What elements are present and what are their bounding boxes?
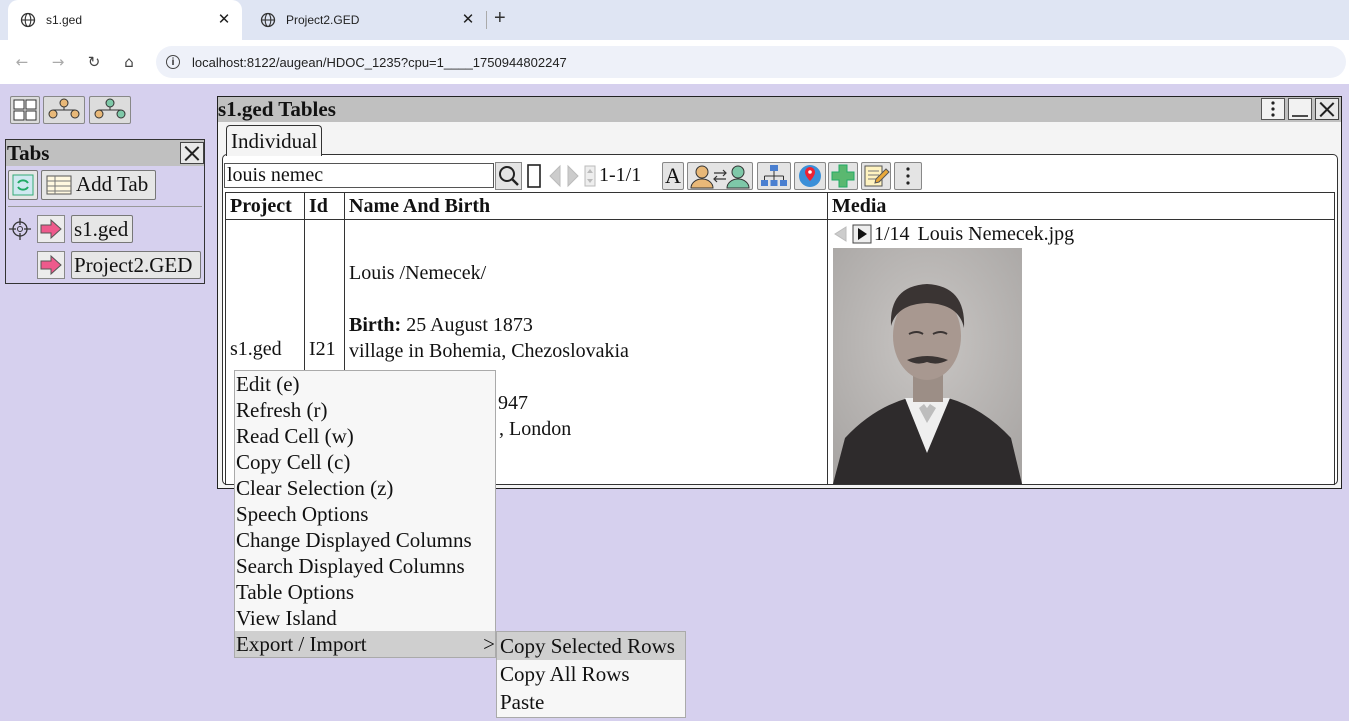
more-options-icon[interactable]	[1261, 98, 1285, 120]
tab-item-project2[interactable]: Project2.GED	[71, 251, 201, 279]
menu-item-refresh[interactable]: Refresh (r)	[235, 397, 495, 423]
tab-divider	[486, 11, 487, 29]
open-tab-arrow-icon[interactable]	[37, 251, 65, 279]
back-icon[interactable]: ←	[12, 52, 32, 72]
column-header-id[interactable]: Id	[304, 192, 345, 220]
prev-next-icon[interactable]	[546, 162, 582, 190]
browser-tab-project2[interactable]: Project2.GED ✕	[248, 0, 486, 40]
family-tree-icon[interactable]	[43, 96, 85, 124]
more-options-icon[interactable]	[894, 162, 922, 190]
new-tab-icon[interactable]: +	[494, 8, 510, 28]
birth-date: 25 August 1873	[406, 314, 533, 336]
record-range: 1-1/1	[599, 164, 642, 186]
add-tab-button[interactable]: Add Tab	[41, 170, 156, 200]
tables-window-header: s1.ged Tables	[218, 97, 1341, 122]
reload-icon[interactable]: ↻	[84, 52, 104, 72]
menu-item-edit[interactable]: Edit (e)	[235, 371, 495, 397]
menu-item-change-columns[interactable]: Change Displayed Columns	[235, 527, 495, 553]
browser-tab-s1[interactable]: s1.ged ✕	[8, 0, 242, 40]
grid-layout-icon[interactable]	[10, 96, 40, 124]
tab-item-s1[interactable]: s1.ged	[71, 215, 133, 243]
tables-window-title: s1.ged Tables	[218, 97, 336, 121]
column-header-project[interactable]: Project	[225, 192, 305, 220]
home-icon[interactable]: ⌂	[119, 52, 139, 72]
browser-tab-label: s1.ged	[46, 13, 83, 27]
birth-place: village in Bohemia, Chezoslovakia	[349, 340, 629, 362]
birth-label: Birth:	[349, 314, 402, 336]
submenu-item-copy-selected-rows[interactable]: Copy Selected Rows	[497, 632, 685, 660]
address-bar[interactable]: i localhost:8122/augean/HDOC_1235?cpu=1_…	[156, 46, 1346, 78]
menu-item-view-island[interactable]: View Island	[235, 605, 495, 631]
menu-item-speech-options[interactable]: Speech Options	[235, 501, 495, 527]
submenu-item-paste[interactable]: Paste	[497, 688, 685, 716]
tab-item-label: s1.ged	[74, 217, 129, 241]
menu-item-label: Export / Import	[236, 632, 367, 656]
person-name: Louis /Nemecek/	[349, 262, 487, 284]
tab-item-label: Project2.GED	[74, 253, 193, 277]
record-view-icon[interactable]	[524, 162, 544, 190]
font-size-button[interactable]: A	[662, 162, 684, 190]
menu-item-clear-selection[interactable]: Clear Selection (z)	[235, 475, 495, 501]
close-icon[interactable]	[180, 142, 204, 164]
project-value: s1.ged	[230, 338, 282, 360]
close-tab-icon[interactable]: ✕	[216, 12, 232, 28]
id-value: I21	[309, 338, 336, 360]
next-media-icon[interactable]	[852, 224, 872, 244]
portrait-photo[interactable]	[833, 248, 1022, 484]
map-pin-icon[interactable]	[794, 162, 826, 190]
media-filename: Louis Nemecek.jpg	[917, 222, 1075, 245]
menu-item-export-import[interactable]: Export / Import >	[235, 631, 495, 657]
edit-notes-icon[interactable]	[861, 162, 891, 190]
add-icon[interactable]	[828, 162, 858, 190]
refresh-tabs-icon[interactable]	[8, 170, 38, 200]
swap-persons-icon[interactable]	[687, 162, 753, 190]
context-menu: Edit (e) Refresh (r) Read Cell (w) Copy …	[234, 370, 496, 658]
close-tab-icon[interactable]: ✕	[460, 12, 476, 28]
globe-icon	[260, 12, 276, 28]
table-icon	[46, 175, 72, 195]
crosshair-icon[interactable]	[9, 218, 31, 240]
stepper-icon[interactable]	[584, 162, 596, 190]
menu-item-copy-cell[interactable]: Copy Cell (c)	[235, 449, 495, 475]
column-header-name-and-birth[interactable]: Name And Birth	[344, 192, 828, 220]
tabs-panel-title: Tabs	[7, 140, 50, 165]
export-import-submenu: Copy Selected Rows Copy All Rows Paste	[496, 631, 686, 718]
menu-item-search-columns[interactable]: Search Displayed Columns	[235, 553, 495, 579]
column-header-media[interactable]: Media	[827, 192, 1335, 220]
browser-tab-label: Project2.GED	[286, 13, 360, 27]
globe-icon	[20, 12, 36, 28]
divider	[8, 206, 202, 207]
add-tab-label: Add Tab	[76, 172, 149, 196]
menu-item-table-options[interactable]: Table Options	[235, 579, 495, 605]
close-icon[interactable]	[1315, 98, 1339, 120]
forward-icon[interactable]: →	[48, 52, 68, 72]
browser-tab-strip: s1.ged ✕ Project2.GED ✕ +	[0, 0, 1349, 40]
submenu-indicator: >	[483, 632, 495, 656]
cell-media[interactable]: 1/14 Louis Nemecek.jpg	[827, 219, 1335, 485]
tree-chart-icon[interactable]	[757, 162, 791, 190]
url-text: localhost:8122/augean/HDOC_1235?cpu=1___…	[192, 54, 567, 70]
menu-item-read-cell[interactable]: Read Cell (w)	[235, 423, 495, 449]
browser-nav-bar: ← → ↻ ⌂ i localhost:8122/augean/HDOC_123…	[0, 40, 1349, 84]
media-counter: 1/14	[874, 222, 910, 245]
prev-media-icon[interactable]	[832, 225, 850, 243]
tab-individual[interactable]: Individual	[226, 125, 323, 156]
open-tab-arrow-icon[interactable]	[37, 215, 65, 243]
search-input[interactable]: louis nemec	[224, 163, 494, 188]
table-header-row: Project Id Name And Birth Media	[225, 192, 1335, 220]
search-icon[interactable]	[495, 162, 522, 190]
minimize-icon[interactable]	[1288, 98, 1312, 120]
submenu-item-copy-all-rows[interactable]: Copy All Rows	[497, 660, 685, 688]
relatives-icon[interactable]	[89, 96, 131, 124]
tabs-panel-header: Tabs	[6, 140, 204, 166]
site-info-icon[interactable]: i	[166, 55, 180, 69]
